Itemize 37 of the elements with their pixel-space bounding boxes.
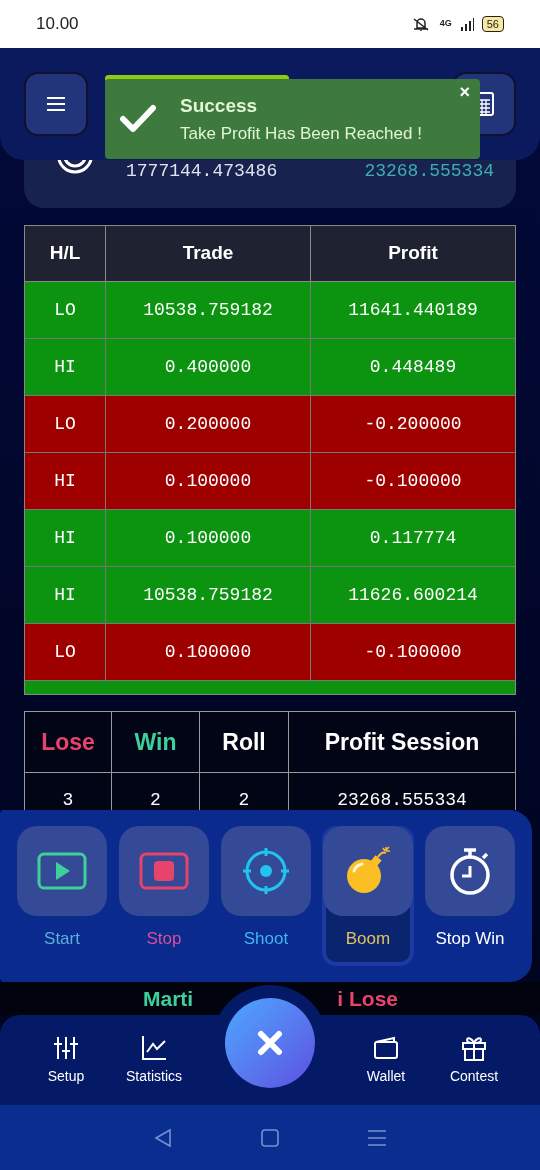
action-button[interactable]: Boom: [322, 826, 414, 966]
table-cell-text: 2: [150, 789, 161, 810]
table-cell-text: 2: [238, 789, 250, 810]
marti-lose-label: i Lose: [337, 985, 398, 1012]
crosshair-icon: [241, 846, 291, 896]
nav-item[interactable]: Contest: [430, 1033, 518, 1087]
stop-icon: [139, 852, 189, 890]
nav-item[interactable]: Setup: [22, 1033, 110, 1087]
close-fab[interactable]: [225, 998, 315, 1088]
network-label: 4G: [439, 17, 452, 31]
column-header: Win: [134, 727, 177, 757]
menu-icon: [46, 96, 66, 112]
close-icon: [257, 1030, 283, 1056]
stopwatch-icon: [447, 846, 493, 896]
balance-amount: 1777144.473486: [126, 162, 278, 180]
nav-item[interactable]: Wallet: [342, 1033, 430, 1087]
status-time: 10.00: [36, 13, 79, 36]
toast-message: Take Profit Has Been Reached !: [180, 122, 422, 145]
table-cell-text: 3: [62, 789, 74, 810]
toast-title: Success: [180, 94, 259, 118]
session-profit: 23268.555334: [364, 162, 494, 180]
column-header: Profit Session: [324, 727, 480, 757]
close-button[interactable]: ×: [459, 83, 470, 101]
check-icon: [119, 104, 157, 134]
recents-icon: [366, 1127, 387, 1148]
back-icon: [153, 1127, 174, 1148]
column-header: Roll: [222, 727, 266, 757]
table-cell-text: 23268.555334: [337, 789, 467, 810]
marti-label: Marti: [143, 985, 194, 1012]
nav-item[interactable]: Statistics: [110, 1033, 198, 1087]
menu-button[interactable]: [24, 72, 88, 136]
line-chart-icon: [140, 1033, 168, 1062]
home-icon: [260, 1127, 280, 1148]
battery-level: 56: [481, 16, 504, 32]
column-header: Lose: [41, 727, 95, 757]
play-icon: [37, 852, 87, 890]
signal-icon: [459, 17, 474, 31]
